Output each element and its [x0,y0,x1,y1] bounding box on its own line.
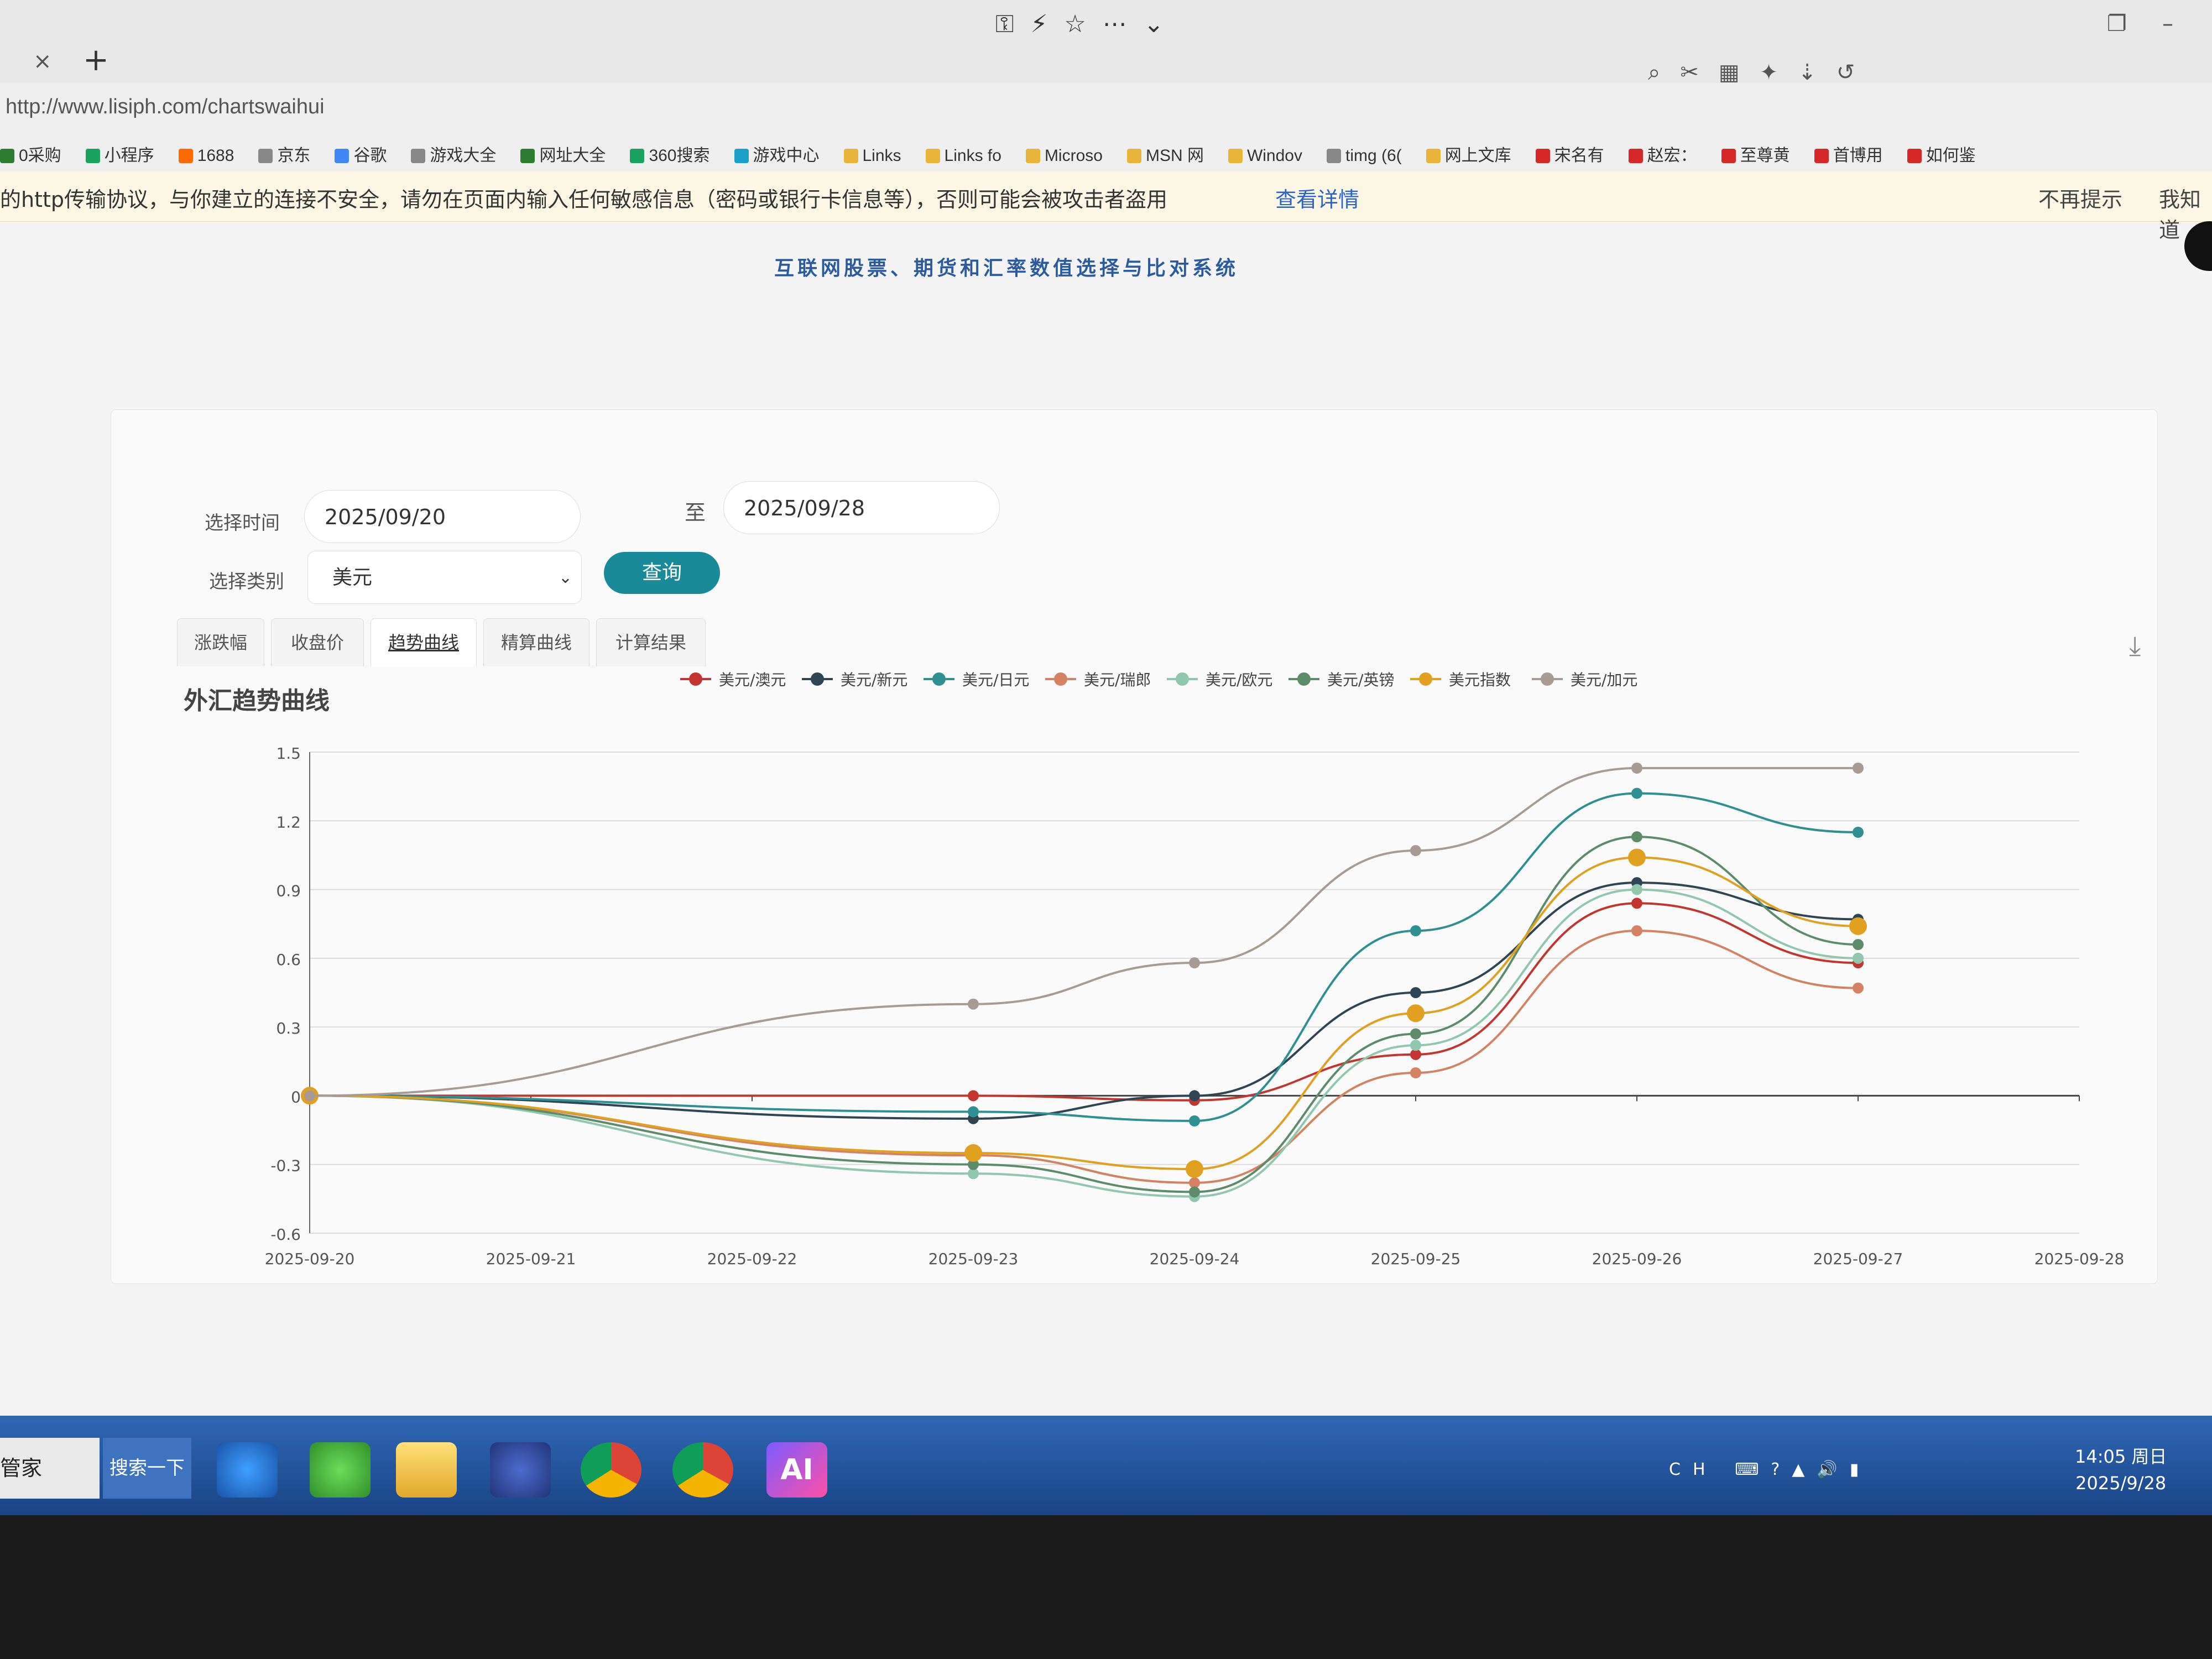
x-tick-label: 2025-09-25 [1371,1250,1461,1268]
help-icon[interactable]: ? [1771,1460,1792,1479]
data-point[interactable] [1628,848,1646,867]
chart-title: 外汇趋势曲线 [184,687,330,715]
x-tick-label: 2025-09-22 [707,1250,797,1268]
data-point[interactable] [968,1106,979,1118]
legend-swatch-dot[interactable] [1419,672,1432,686]
screen: × + ❐ – ⚿⚡☆⋯⌄ ⌕✂▦✦⇣↺ http://www.lisiph.c… [0,0,2212,1515]
clock-date: 2025/9/28 [2075,1473,2167,1494]
y-tick-label: 0.3 [276,1019,301,1037]
data-point[interactable] [1410,1067,1421,1078]
legend-swatch-dot[interactable] [1176,672,1189,686]
taskbar-search-button[interactable]: 搜索一下 [103,1438,191,1499]
trend-chart: 外汇趋势曲线 1.5 1.2 0.9 0.6 0.3 0 -0.3 -0.6 2025-09-20… [184,671,2125,1268]
data-point[interactable] [1631,787,1642,799]
x-tick-label: 2025-09-28 [2034,1250,2125,1268]
y-tick-label: 0.6 [276,951,301,969]
y-tick-label: 1.5 [276,744,301,763]
data-point[interactable] [1631,831,1642,843]
ai-app-icon[interactable]: AI [766,1442,827,1498]
legend-label[interactable]: 美元/瑞郎 [1084,671,1151,689]
data-point[interactable] [1853,827,1864,838]
legend-swatch-dot[interactable] [1054,672,1067,686]
data-point[interactable] [1189,1115,1200,1126]
data-point[interactable] [1410,1028,1421,1040]
legend-label[interactable]: 美元/加元 [1571,671,1637,689]
tray-arrow-icon[interactable]: ▲ [1792,1460,1817,1479]
data-point[interactable] [1631,763,1642,774]
x-tick-label: 2025-09-24 [1150,1250,1240,1268]
series-line [310,902,1859,1102]
data-point[interactable] [1853,763,1864,774]
y-tick-label: 0.9 [276,882,301,900]
clock[interactable]: 14:05 周日 2025/9/28 [2075,1443,2167,1496]
flash-app-icon[interactable] [490,1442,551,1498]
legend-swatch-dot[interactable] [689,672,702,686]
clock-time: 14:05 周日 [2075,1446,2167,1467]
data-point[interactable] [1407,1004,1425,1022]
legend-label[interactable]: 美元/欧元 [1206,671,1272,689]
ie-browser-icon[interactable] [217,1442,278,1498]
y-tick-label: -0.3 [270,1157,301,1175]
x-tick-label: 2025-09-23 [928,1250,1019,1268]
input-method-indicator[interactable]: CH [1669,1460,1718,1479]
x-tick-label: 2025-09-26 [1592,1250,1682,1268]
x-tick-label: 2025-09-21 [486,1250,576,1268]
legend-swatch-dot[interactable] [1541,672,1554,686]
data-point[interactable] [1410,987,1421,998]
series-line [309,792,1859,1123]
edge-browser-icon[interactable] [310,1442,371,1498]
data-point[interactable] [1631,884,1642,895]
data-point[interactable] [304,1090,315,1102]
data-point[interactable] [1849,917,1867,935]
data-point[interactable] [1631,925,1642,937]
data-point[interactable] [1189,1090,1200,1102]
data-point[interactable] [968,998,979,1010]
data-point[interactable] [1186,1160,1203,1178]
data-point[interactable] [1853,939,1864,950]
volume-icon[interactable]: 🔊 [1817,1460,1849,1479]
y-tick-label: 0 [291,1088,301,1106]
taskbar: 管家 搜索一下 AI CH ⌨?▲🔊▮ 14:05 周日 2025/9/28 [0,1416,2212,1515]
legend-swatch-dot[interactable] [932,672,946,686]
chrome-icon-2[interactable] [672,1442,733,1498]
data-point[interactable] [1189,1186,1200,1198]
series-line [309,930,1859,1184]
taskbar-manager[interactable]: 管家 [0,1438,100,1499]
data-point[interactable] [1631,898,1642,909]
legend-label[interactable]: 美元/日元 [962,671,1029,689]
keyboard-icon[interactable]: ⌨ [1735,1460,1771,1479]
legend-label[interactable]: 美元/新元 [841,671,907,689]
data-point[interactable] [1410,845,1421,857]
x-tick-label: 2025-09-20 [265,1250,355,1268]
data-point[interactable] [1410,925,1421,937]
folder-icon[interactable] [396,1442,457,1498]
x-tick-label: 2025-09-27 [1813,1250,1903,1268]
series-line [309,881,1859,1120]
legend-label[interactable]: 美元指数 [1449,671,1511,689]
data-point[interactable] [968,1090,979,1102]
legend-swatch-dot[interactable] [1297,672,1311,686]
chrome-icon[interactable] [581,1442,641,1498]
data-point[interactable] [1853,982,1864,994]
network-icon[interactable]: ▮ [1850,1460,1871,1479]
system-tray: CH ⌨?▲🔊▮ [1669,1460,1871,1479]
data-point[interactable] [964,1144,982,1162]
data-point[interactable] [1189,957,1200,969]
legend-swatch-dot[interactable] [811,672,824,686]
y-tick-label: -0.6 [270,1225,301,1244]
data-point[interactable] [1853,952,1864,964]
data-point[interactable] [1410,1040,1421,1051]
legend-label[interactable]: 美元/英镑 [1327,671,1394,689]
y-tick-label: 1.2 [276,813,301,831]
legend-label[interactable]: 美元/澳元 [719,671,786,689]
series-line [309,888,1859,1198]
